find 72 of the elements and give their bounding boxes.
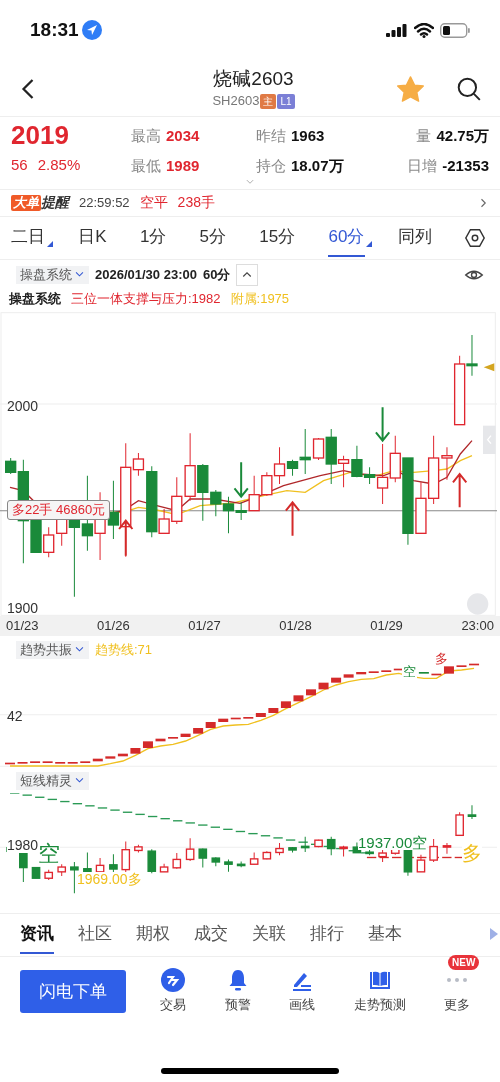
quick-order-button[interactable]: 闪电下单 [20, 970, 126, 1013]
stat-label: 量 [416, 127, 432, 146]
period-tab[interactable]: 5分 [198, 218, 228, 257]
legend-value: 趋势线:71 [95, 640, 153, 659]
toolbar-action[interactable]: 预警 [224, 968, 251, 1015]
signal-label: 1969.00多 [77, 871, 142, 886]
price-change: 56 [11, 155, 28, 175]
section-tab[interactable]: 成交 [194, 915, 228, 954]
x-axis-label: 23:00 [461, 616, 494, 635]
position-label: 多22手 46860元 [7, 499, 111, 520]
signal-label: 空 [402, 664, 417, 679]
legend-value: 附属:1975 [230, 289, 290, 308]
alert-volume: 238手 [177, 193, 216, 212]
alert-time: 22:59:52 [79, 193, 130, 212]
period-tab[interactable]: 日K [77, 218, 108, 257]
section-tab[interactable]: 资讯 [20, 915, 54, 954]
stat-label: 最低 [131, 156, 161, 176]
y-axis-label: 42 [7, 706, 23, 726]
alert-bar[interactable]: 大单提醒 22:59:52 空平 238手 [0, 189, 500, 216]
toolbar-action[interactable]: 更多 [444, 968, 470, 1015]
x-axis-label: 01/29 [370, 616, 403, 635]
signal-label: 1937.00空 [358, 834, 428, 850]
y-axis-label: 2000 [7, 396, 39, 416]
indicator-dropdown[interactable]: 短线精灵 [16, 771, 89, 790]
price-change-percent: 2.85% [37, 155, 81, 175]
signal-label: 多 [462, 842, 482, 863]
period-tab[interactable]: 同列 [396, 218, 433, 257]
stat-label: 昨结 [256, 127, 286, 146]
stat-value: 18.07万 [291, 156, 344, 176]
stat-value: 2034 [166, 127, 200, 146]
instrument-code: SH2603 [212, 92, 260, 111]
stat-label: 持仓 [256, 156, 286, 176]
alert-badge: 大单 [11, 194, 41, 211]
section-tab[interactable]: 排行 [310, 915, 344, 954]
y-axis-label: 1900 [7, 598, 39, 618]
signal-label: 空 [38, 842, 60, 865]
x-axis-label: 01/27 [188, 616, 221, 635]
stat-label: 最高 [131, 127, 161, 146]
period-tab[interactable]: 1分 [138, 218, 168, 257]
period-tab[interactable]: 二日 [10, 218, 46, 257]
alert-title: 提醒 [41, 193, 69, 212]
period-tab[interactable]: 60分 [327, 218, 366, 257]
instrument-title: 烧碱2603 [213, 67, 294, 92]
x-axis-label: 01/23 [6, 616, 39, 635]
instrument-badge: L1 [277, 93, 295, 109]
alert-action: 空平 [139, 193, 168, 212]
new-badge: NEW [448, 955, 480, 971]
indicator-dropdown[interactable]: 趋势共振 [16, 640, 89, 659]
section-tab[interactable]: 社区 [78, 915, 112, 954]
stat-value: 42.75万 [436, 127, 489, 146]
last-price: 2019 [11, 120, 70, 150]
section-tab[interactable]: 期权 [136, 915, 170, 954]
stat-value: 1963 [291, 127, 325, 146]
legend-name: 操盘系统 [9, 289, 61, 308]
section-tab[interactable]: 基本 [368, 915, 402, 954]
signal-label: 多 [434, 651, 449, 666]
instrument-badge: 主 [260, 93, 277, 109]
chart-datetime: 2026/01/30 23:00 [95, 265, 197, 284]
status-time: 18:31 [30, 17, 79, 42]
section-tab[interactable]: 关联 [252, 915, 286, 954]
x-axis-label: 01/28 [279, 616, 312, 635]
toolbar-action[interactable]: 走势预测 [353, 968, 406, 1015]
stat-value: -21353 [442, 156, 489, 176]
stat-value: 1989 [166, 156, 200, 176]
indicator-dropdown[interactable]: 操盘系统 [16, 265, 89, 284]
period-tab[interactable]: 15分 [258, 218, 297, 257]
chart-period: 60分 [202, 265, 231, 284]
legend-value: 三位一体支撑与压力:1982 [71, 289, 221, 308]
toolbar-action[interactable]: 交易 [160, 968, 186, 1015]
x-axis-label: 01/26 [97, 616, 130, 635]
toolbar-action[interactable]: 画线 [289, 968, 315, 1015]
stat-label: 日增 [407, 156, 438, 176]
